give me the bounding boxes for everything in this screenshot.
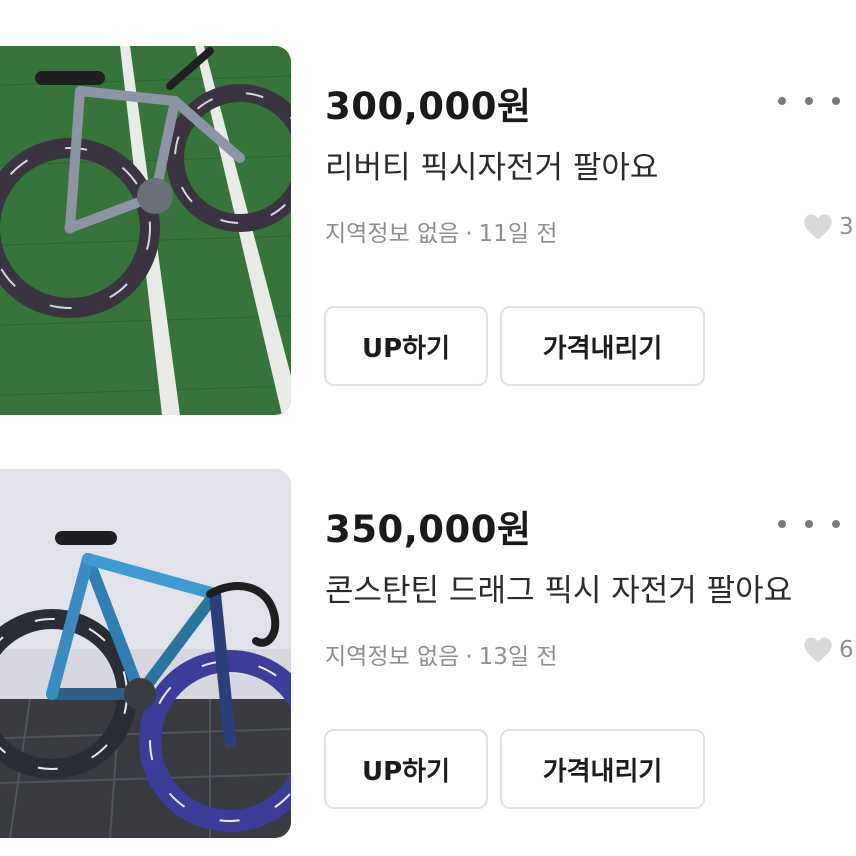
item-location: 지역정보 없음	[325, 644, 460, 670]
like-count: 6	[839, 637, 854, 663]
dot	[805, 97, 813, 105]
like-count: 3	[839, 214, 854, 240]
item-title[interactable]: 리버티 픽시자전거 팔아요	[325, 142, 658, 187]
list-item[interactable]: 350,000원 콘스탄틴 드래그 픽시 자전거 팔아요 지역정보 없음 · 13일…	[0, 469, 856, 839]
heart-icon	[804, 214, 832, 240]
item-time: 13일 전	[478, 644, 558, 670]
more-options-icon[interactable]	[778, 84, 840, 118]
bike-photo-icon	[0, 46, 291, 415]
like-indicator: 6	[803, 636, 854, 664]
dot	[805, 520, 813, 528]
lower-price-button[interactable]: 가격내리기	[500, 306, 705, 386]
dot	[832, 520, 840, 528]
meta-separator: ·	[465, 644, 473, 670]
bike-photo-icon	[0, 469, 291, 838]
item-title[interactable]: 콘스탄틴 드래그 픽시 자전거 팔아요	[325, 565, 792, 610]
sales-list: 300,000원 리버티 픽시자전거 팔아요 지역정보 없음 · 11일 전 3 U…	[0, 0, 856, 856]
up-button[interactable]: UP하기	[324, 306, 488, 386]
item-price: 350,000원	[325, 508, 532, 551]
like-indicator: 3	[803, 213, 854, 241]
dot	[832, 97, 840, 105]
meta-separator: ·	[465, 221, 473, 247]
item-meta: 지역정보 없음 · 13일 전	[325, 637, 558, 671]
list-item[interactable]: 300,000원 리버티 픽시자전거 팔아요 지역정보 없음 · 11일 전 3 U…	[0, 46, 856, 416]
heart-icon	[804, 637, 832, 663]
dot	[778, 520, 786, 528]
product-thumbnail[interactable]	[0, 46, 291, 415]
item-price: 300,000원	[325, 85, 532, 128]
item-meta: 지역정보 없음 · 11일 전	[325, 214, 558, 248]
dot	[778, 97, 786, 105]
up-button[interactable]: UP하기	[324, 729, 488, 809]
more-options-icon[interactable]	[778, 507, 840, 541]
item-time: 11일 전	[478, 221, 558, 247]
item-location: 지역정보 없음	[325, 221, 460, 247]
product-thumbnail[interactable]	[0, 469, 291, 838]
lower-price-button[interactable]: 가격내리기	[500, 729, 705, 809]
